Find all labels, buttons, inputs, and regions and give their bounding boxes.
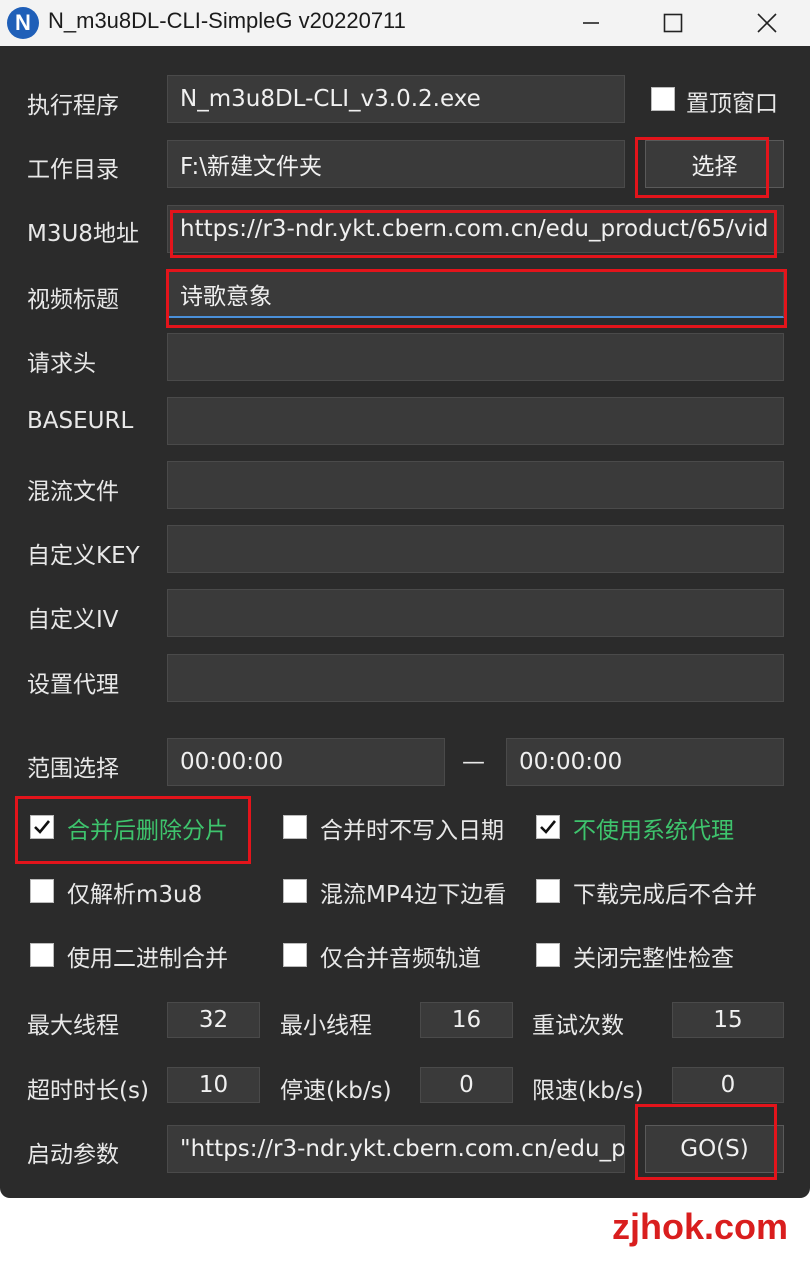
mux-input[interactable] (167, 461, 784, 509)
max-threads-label: 最大线程 (27, 1013, 119, 1039)
option-checkbox[interactable] (536, 879, 560, 903)
exe-input[interactable]: N_m3u8DL-CLI_v3.0.2.exe (167, 75, 625, 123)
minimize-icon (583, 22, 599, 24)
option-checkbox[interactable] (536, 943, 560, 967)
stop-speed-label: 停速(kb/s) (280, 1078, 392, 1104)
iv-input[interactable] (167, 589, 784, 637)
minimize-button[interactable] (564, 0, 618, 46)
limit-speed-input[interactable]: 0 (672, 1067, 784, 1103)
timeout-label: 超时时长(s) (27, 1078, 149, 1104)
close-button[interactable] (740, 0, 794, 46)
proxy-label: 设置代理 (27, 672, 119, 698)
iv-label: 自定义IV (27, 607, 119, 633)
highlight-box-delete-segments (15, 796, 251, 864)
baseurl-label: BASEURL (27, 408, 134, 434)
option-checkbox[interactable] (30, 879, 54, 903)
min-threads-label: 最小线程 (280, 1013, 372, 1039)
title-label: 视频标题 (27, 287, 119, 313)
maximize-button[interactable] (646, 0, 700, 46)
proxy-input[interactable] (167, 654, 784, 702)
option-label: 合并时不写入日期 (320, 818, 504, 844)
retry-input[interactable]: 15 (672, 1002, 784, 1038)
stop-speed-input[interactable]: 0 (420, 1067, 513, 1103)
url-label: M3U8地址 (27, 221, 139, 247)
option-checkbox[interactable] (283, 815, 307, 839)
highlight-box-title (166, 269, 787, 328)
main-window: N N_m3u8DL-CLI-SimpleG v20220711 执行程序 N_… (0, 0, 810, 1198)
option-label: 仅解析m3u8 (67, 882, 203, 908)
key-label: 自定义KEY (27, 543, 140, 569)
exe-label: 执行程序 (27, 93, 119, 119)
option-label: 不使用系统代理 (573, 818, 734, 844)
option-checkbox[interactable] (283, 943, 307, 967)
headers-label: 请求头 (27, 351, 96, 377)
highlight-box-select (635, 137, 769, 198)
timeout-input[interactable]: 10 (167, 1067, 260, 1103)
maximize-icon (663, 13, 683, 33)
max-threads-input[interactable]: 32 (167, 1002, 260, 1038)
option-label: 使用二进制合并 (67, 946, 228, 972)
title-bar: N N_m3u8DL-CLI-SimpleG v20220711 (0, 0, 810, 46)
option-checkbox[interactable] (30, 943, 54, 967)
close-icon (757, 13, 777, 33)
launch-label: 启动参数 (27, 1142, 119, 1168)
option-label: 下载完成后不合并 (573, 882, 757, 908)
key-input[interactable] (167, 525, 784, 573)
checkmark-icon (540, 820, 557, 834)
limit-speed-label: 限速(kb/s) (532, 1078, 644, 1104)
mux-label: 混流文件 (27, 479, 119, 505)
option-label: 混流MP4边下边看 (320, 882, 507, 908)
min-threads-input[interactable]: 16 (420, 1002, 513, 1038)
workdir-label: 工作目录 (27, 157, 119, 183)
topmost-label: 置顶窗口 (686, 91, 778, 117)
option-label: 关闭完整性检查 (573, 946, 734, 972)
highlight-box-url (170, 210, 777, 258)
workdir-input[interactable]: F:\新建文件夹 (167, 140, 625, 188)
retry-label: 重试次数 (532, 1013, 624, 1039)
highlight-box-go (635, 1104, 777, 1180)
topmost-checkbox[interactable] (651, 87, 675, 111)
range-start-input[interactable]: 00:00:00 (167, 738, 445, 786)
window-title: N_m3u8DL-CLI-SimpleG v20220711 (48, 8, 406, 33)
watermark: zjhok.com (611, 1206, 788, 1247)
range-dash: — (462, 749, 485, 775)
launch-args-input[interactable]: "https://r3-ndr.ykt.cbern.com.cn/edu_pro… (167, 1125, 625, 1173)
headers-input[interactable] (167, 333, 784, 381)
app-icon: N (7, 7, 39, 39)
baseurl-input[interactable] (167, 397, 784, 445)
range-end-input[interactable]: 00:00:00 (506, 738, 784, 786)
range-label: 范围选择 (27, 756, 119, 782)
option-checkbox[interactable] (536, 815, 560, 839)
option-checkbox[interactable] (283, 879, 307, 903)
option-label: 仅合并音频轨道 (320, 946, 481, 972)
